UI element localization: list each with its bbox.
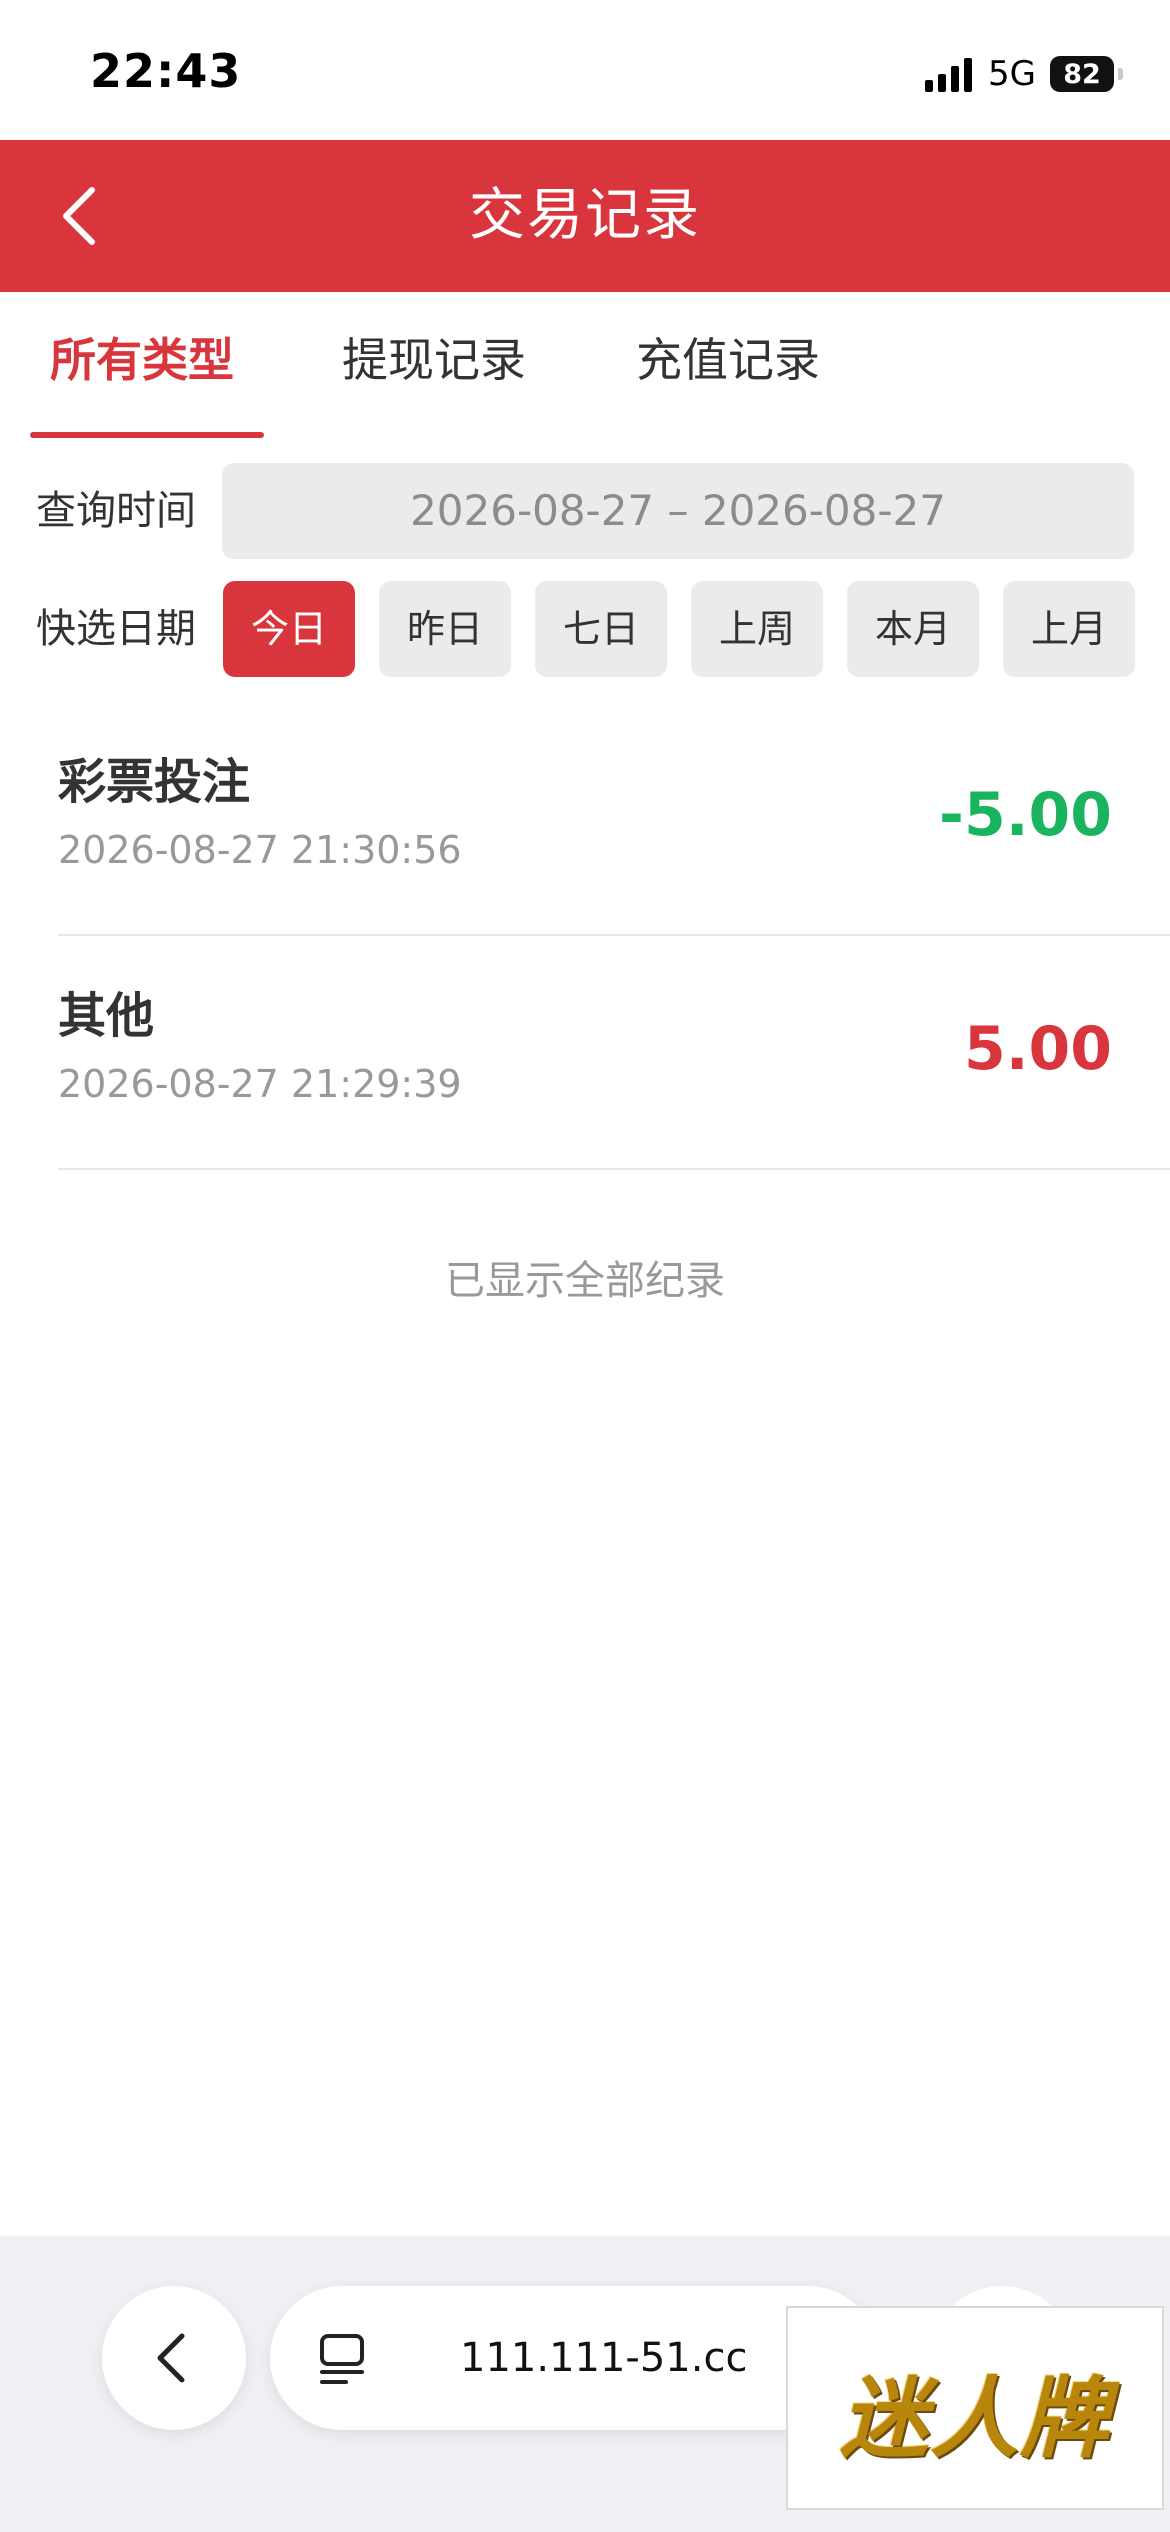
record-item[interactable]: 彩票投注 2026-08-27 21:30:56 -5.00 [58, 700, 1170, 936]
quick-date-yesterday[interactable]: 昨日 [379, 581, 511, 677]
signal-icon [925, 56, 973, 92]
quick-date-last-month[interactable]: 上月 [1003, 581, 1135, 677]
record-title: 彩票投注 [58, 754, 251, 810]
app-header: 交易记录 [0, 140, 1170, 292]
all-records-shown-note: 已显示全部纪录 [445, 1258, 725, 1304]
tab-deposit-records[interactable]: 充值记录 [636, 330, 820, 390]
quick-date-seven-days[interactable]: 七日 [535, 581, 667, 677]
date-range-picker[interactable]: 2026-08-27 – 2026-08-27 [222, 463, 1134, 559]
quick-date-last-week[interactable]: 上周 [691, 581, 823, 677]
browser-back-button[interactable] [102, 2286, 246, 2430]
chevron-left-icon [157, 2333, 185, 2383]
record-time: 2026-08-27 21:30:56 [58, 828, 462, 872]
watermark-logo: 迷人牌 [786, 2306, 1164, 2510]
battery-icon: 82 [1050, 56, 1123, 92]
record-type-tabs: 所有类型 提现记录 充值记录 [0, 292, 1170, 442]
quick-date-label: 快选日期 [36, 606, 196, 652]
network-label: 5G [988, 54, 1036, 94]
quick-date-today[interactable]: 今日 [223, 581, 355, 677]
tab-withdraw-records[interactable]: 提现记录 [342, 330, 526, 390]
tab-all-types[interactable]: 所有类型 [50, 330, 234, 390]
record-item[interactable]: 其他 2026-08-27 21:29:39 5.00 [58, 934, 1170, 1170]
battery-level: 82 [1063, 58, 1101, 90]
status-time: 22:43 [90, 44, 242, 98]
record-title: 其他 [58, 988, 155, 1044]
record-amount: -5.00 [939, 780, 1112, 850]
page-title: 交易记录 [469, 183, 701, 248]
url-text: 111.111-51.cc [460, 2335, 748, 2381]
watermark-text: 迷人牌 [839, 2367, 1110, 2470]
query-time-label: 查询时间 [36, 488, 196, 534]
record-amount: 5.00 [963, 1014, 1112, 1084]
quick-date-this-month[interactable]: 本月 [847, 581, 979, 677]
active-tab-indicator [30, 432, 264, 438]
status-indicators: 5G 82 [925, 52, 1123, 96]
record-time: 2026-08-27 21:29:39 [58, 1062, 462, 1106]
status-bar: 22:43 5G 82 [0, 0, 1170, 140]
tab-switcher-icon[interactable] [316, 2332, 368, 2386]
